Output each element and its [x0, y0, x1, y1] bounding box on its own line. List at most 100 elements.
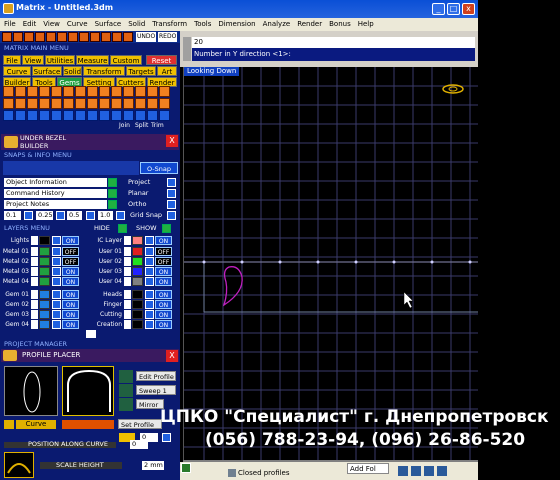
layer-state-toggle[interactable]: OFF — [62, 247, 79, 256]
layer-color-swatch[interactable] — [39, 310, 50, 319]
menu-tools[interactable]: Tools — [194, 18, 211, 31]
curve-flag-icon[interactable] — [4, 420, 14, 429]
planar-toggle[interactable] — [167, 189, 176, 198]
layer-state-toggle[interactable]: OFF — [62, 257, 79, 266]
tool-7-icon[interactable] — [75, 86, 86, 97]
layer-state-toggle[interactable]: ON — [155, 236, 172, 245]
layer-lock-icon[interactable] — [52, 267, 61, 276]
tool-17-icon[interactable] — [27, 98, 38, 109]
layer-select-arrow-icon[interactable] — [31, 300, 38, 309]
menu-render[interactable]: Render — [297, 18, 322, 31]
tool-11-icon[interactable] — [123, 86, 134, 97]
layer-lock-icon[interactable] — [52, 277, 61, 286]
profile-preview-shape[interactable] — [62, 366, 114, 416]
tool-24-icon[interactable] — [111, 98, 122, 109]
zoom-extents-icon[interactable] — [112, 32, 122, 42]
layer-state-toggle[interactable]: ON — [155, 320, 172, 329]
menu-help[interactable]: Help — [358, 18, 374, 31]
tool-40-icon[interactable] — [135, 110, 146, 121]
viewport-label[interactable]: Looking Down — [184, 67, 240, 76]
builder-close-button[interactable]: X — [166, 135, 178, 147]
nav-art[interactable]: Art — [157, 66, 177, 76]
layer-color-swatch[interactable] — [39, 290, 50, 299]
layer-select-arrow-icon[interactable] — [31, 290, 38, 299]
nav-surface[interactable]: Surface — [32, 66, 62, 76]
status-icon-1[interactable] — [398, 466, 408, 476]
tool-13-icon[interactable] — [147, 86, 158, 97]
minimize-button[interactable]: _ — [432, 3, 445, 15]
tool-2-icon[interactable] — [15, 86, 26, 97]
hide-button[interactable]: HIDE — [94, 224, 110, 233]
layer-color-swatch[interactable] — [132, 300, 143, 309]
zoom-icon[interactable] — [90, 32, 100, 42]
sweep-icon[interactable] — [119, 384, 133, 397]
layer-state-toggle[interactable]: ON — [155, 310, 172, 319]
layer-color-swatch[interactable] — [132, 247, 143, 256]
layer-select-arrow-icon[interactable] — [124, 320, 131, 329]
layer-lock-icon[interactable] — [52, 300, 61, 309]
project-notes-button[interactable]: Project Notes — [4, 200, 107, 209]
menu-surface[interactable]: Surface — [95, 18, 122, 31]
snap-01-toggle[interactable] — [24, 211, 33, 220]
object-info-arrow-icon[interactable] — [108, 178, 117, 187]
profile-curve[interactable] — [222, 266, 243, 307]
tool-10-icon[interactable] — [111, 86, 122, 97]
tool-32-icon[interactable] — [39, 110, 50, 121]
layer-select-arrow-icon[interactable] — [31, 277, 38, 286]
tool-38-icon[interactable] — [111, 110, 122, 121]
tool-42-icon[interactable] — [159, 110, 170, 121]
viewport[interactable] — [183, 67, 479, 460]
layer-lock-icon[interactable] — [52, 247, 61, 256]
project-notes-arrow-icon[interactable] — [108, 200, 117, 209]
layer-lock-icon[interactable] — [145, 300, 154, 309]
layer-lock-icon[interactable] — [52, 320, 61, 329]
tool-39-icon[interactable] — [123, 110, 134, 121]
layer-state-toggle[interactable]: ON — [62, 236, 79, 245]
undo-button[interactable]: UNDO — [136, 32, 157, 42]
hide-arrow-icon[interactable] — [118, 224, 127, 233]
nav-solid[interactable]: Solid — [63, 66, 82, 76]
tool-15-icon[interactable] — [3, 98, 14, 109]
layer-select-arrow-icon[interactable] — [124, 236, 131, 245]
show-arrow-icon[interactable] — [162, 224, 171, 233]
trim-label[interactable]: Trim — [151, 122, 164, 129]
tool-31-icon[interactable] — [27, 110, 38, 121]
rotate-view-icon[interactable] — [123, 32, 133, 42]
layer-select-arrow-icon[interactable] — [124, 300, 131, 309]
snap-10-toggle[interactable] — [116, 211, 125, 220]
nav-view[interactable]: View — [22, 55, 44, 65]
command-prompt[interactable]: Number in Y direction <1>: — [192, 48, 475, 61]
layer-lock-icon[interactable] — [145, 277, 154, 286]
layer-color-swatch[interactable] — [39, 247, 50, 256]
menu-edit[interactable]: Edit — [23, 18, 37, 31]
tool-12-icon[interactable] — [135, 86, 146, 97]
menu-bonus[interactable]: Bonus — [329, 18, 351, 31]
tool-28-icon[interactable] — [159, 98, 170, 109]
layer-state-toggle[interactable]: OFF — [155, 257, 172, 266]
layer-select-arrow-icon[interactable] — [124, 290, 131, 299]
layer-select-arrow-icon[interactable] — [124, 310, 131, 319]
split-label[interactable]: Split — [135, 122, 148, 129]
maximize-button[interactable]: □ — [447, 3, 460, 15]
layer-lock-icon[interactable] — [145, 320, 154, 329]
tool-1-icon[interactable] — [3, 86, 14, 97]
layer-color-swatch[interactable] — [132, 320, 143, 329]
profile-placer-close-button[interactable]: X — [166, 350, 178, 362]
menu-view[interactable]: View — [43, 18, 60, 31]
copy-icon[interactable] — [57, 32, 67, 42]
tool-37-icon[interactable] — [99, 110, 110, 121]
tool-6-icon[interactable] — [63, 86, 74, 97]
layer-state-toggle[interactable]: ON — [155, 300, 172, 309]
tool-35-icon[interactable] — [75, 110, 86, 121]
layer-color-swatch[interactable] — [39, 277, 50, 286]
layer-select-arrow-icon[interactable] — [31, 267, 38, 276]
snap-value-05[interactable]: 0.5 — [67, 211, 82, 220]
set-profile-button[interactable]: Set Profile — [118, 419, 162, 429]
layer-state-toggle[interactable]: ON — [62, 290, 79, 299]
layer-color-swatch[interactable] — [132, 290, 143, 299]
tool-4-icon[interactable] — [39, 86, 50, 97]
mirror-icon[interactable] — [119, 398, 133, 411]
layer-lock-icon[interactable] — [145, 257, 154, 266]
layer-color-swatch[interactable] — [39, 300, 50, 309]
tool-18-icon[interactable] — [39, 98, 50, 109]
